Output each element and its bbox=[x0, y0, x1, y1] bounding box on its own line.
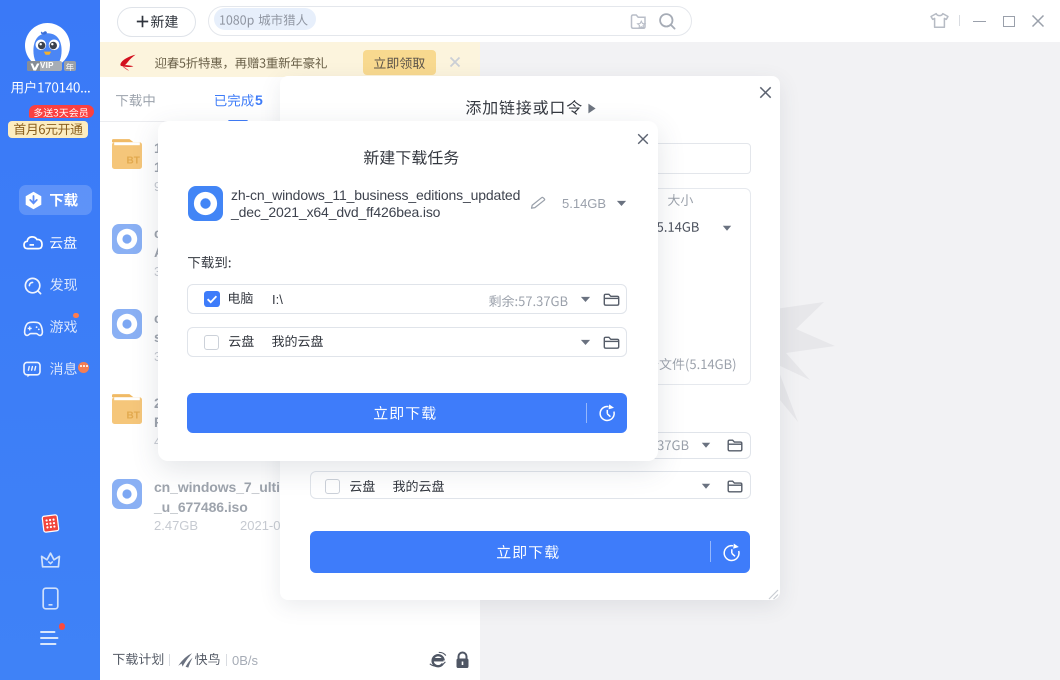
svg-text:BT: BT bbox=[127, 411, 140, 422]
svg-text:BT: BT bbox=[127, 156, 140, 167]
